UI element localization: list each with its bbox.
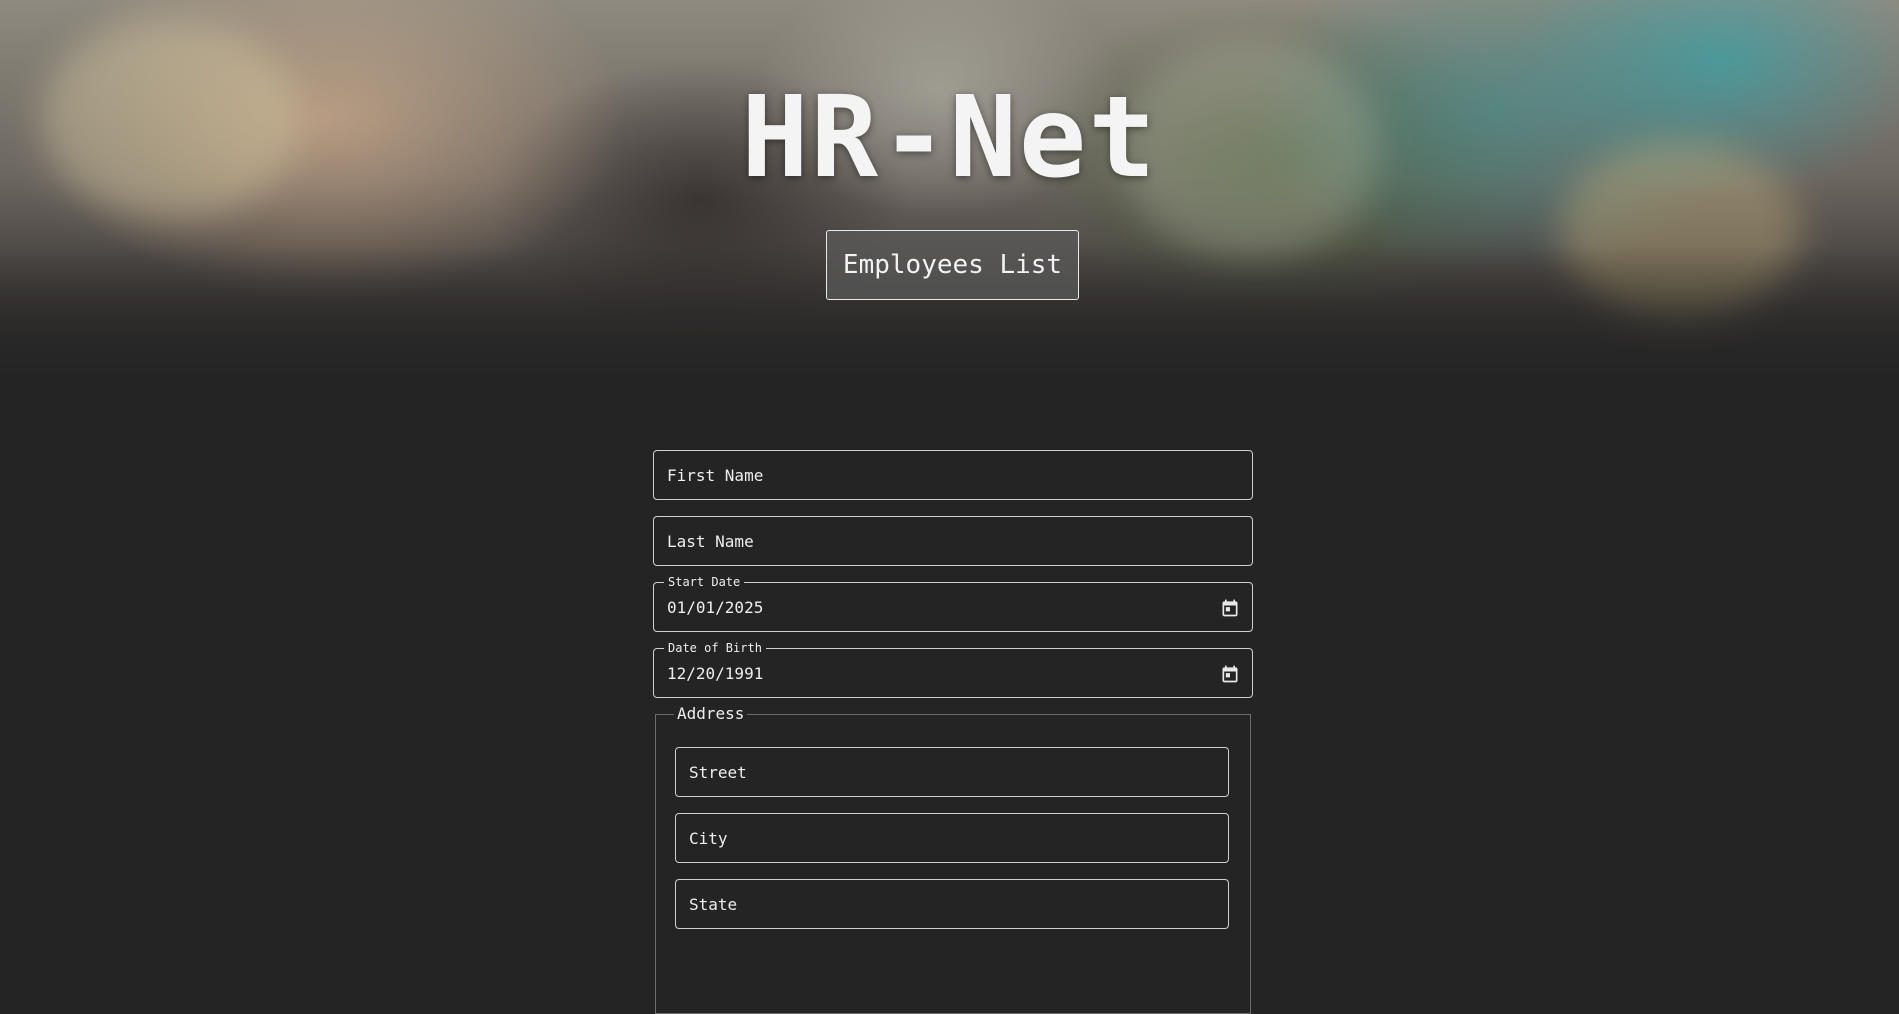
calendar-icon[interactable] [1220,664,1240,684]
create-employee-form: Start Date Date of Birth Address [653,450,1253,1014]
first-name-field [653,450,1253,500]
street-input[interactable] [689,748,1209,796]
date-of-birth-field: Date of Birth [653,640,1253,698]
address-legend: Address [674,704,748,724]
start-date-field: Start Date [653,574,1253,632]
city-field [675,813,1229,863]
state-field [675,879,1229,929]
date-of-birth-input[interactable] [667,649,1207,697]
last-name-field [653,516,1253,566]
address-fieldset: Address [655,704,1251,1014]
last-name-input[interactable] [667,517,1207,565]
calendar-icon[interactable] [1220,598,1240,618]
start-date-input[interactable] [667,583,1207,631]
city-input[interactable] [689,814,1209,862]
street-field [675,747,1229,797]
state-input[interactable] [689,880,1209,928]
employees-list-button[interactable]: Employees List [826,230,1079,300]
page-title: HR-Net [741,73,1158,203]
first-name-input[interactable] [667,451,1207,499]
